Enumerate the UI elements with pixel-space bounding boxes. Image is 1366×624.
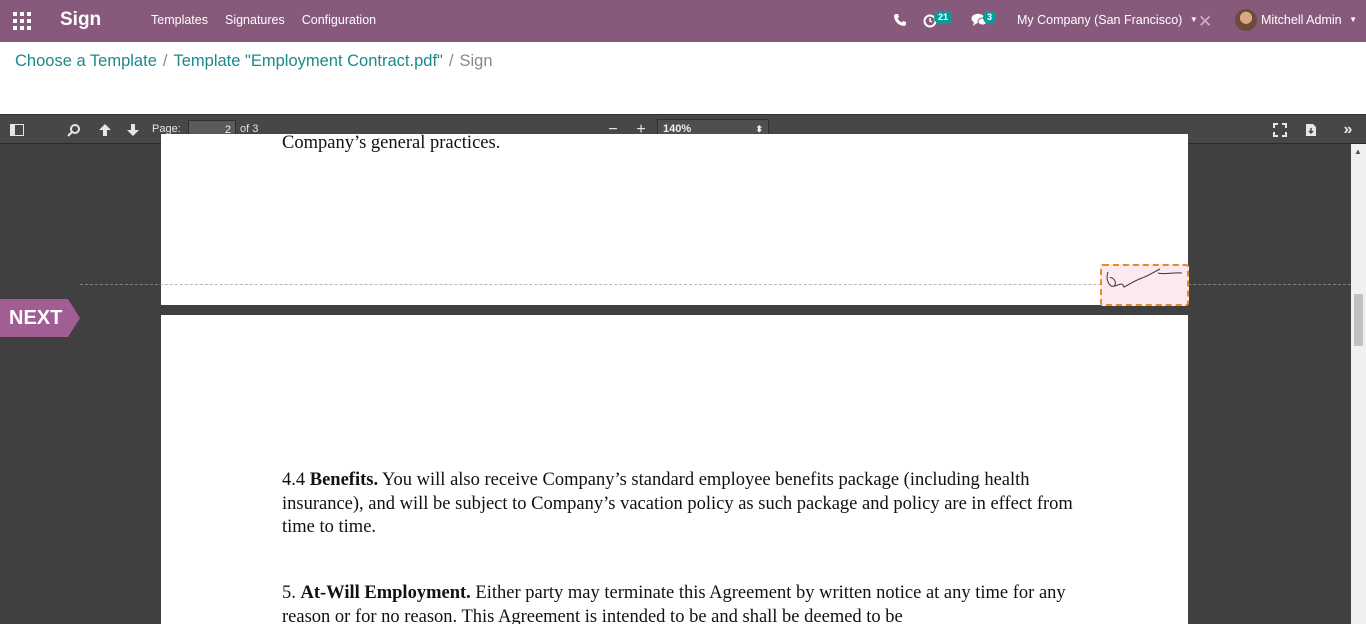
previous-page-icon[interactable] (96, 121, 114, 139)
section-heading: At-Will Employment. (300, 583, 471, 603)
user-menu[interactable]: Mitchell Admin ▼ (1261, 13, 1357, 27)
apps-menu-icon[interactable] (13, 12, 31, 30)
scroll-up-icon[interactable]: ▲ (1354, 147, 1362, 156)
menu-item-signatures[interactable]: Signatures (225, 13, 285, 27)
menu-item-configuration[interactable]: Configuration (302, 13, 376, 27)
pdf-pages: Company’s general practices. 4.4 Benefit… (0, 133, 1351, 624)
breadcrumb-template[interactable]: Template "Employment Contract.pdf" (173, 52, 442, 71)
close-icon[interactable]: ✕ (1198, 12, 1212, 32)
pdf-viewer: Page: of 3 − + 140% ⬍ » Company’s genera… (0, 114, 1366, 624)
next-field-button[interactable]: NEXT (0, 299, 80, 337)
vertical-scrollbar[interactable]: ▲ (1351, 144, 1366, 624)
signature-drawing (1106, 268, 1183, 288)
next-page-icon[interactable] (124, 121, 142, 139)
fullscreen-icon[interactable] (1271, 121, 1289, 139)
activity-count-badge: 21 (934, 11, 953, 24)
breadcrumb-separator: / (162, 52, 168, 70)
app-name: Sign (60, 9, 102, 30)
section-heading: Benefits. (309, 470, 379, 490)
menu-item-templates[interactable]: Templates (151, 13, 208, 27)
breadcrumb-choose-template[interactable]: Choose a Template (15, 52, 157, 71)
sidebar-toggle-icon[interactable] (8, 121, 26, 139)
breadcrumb-current: Sign (459, 52, 493, 70)
company-switcher[interactable]: My Company (San Francisco) ▼ (1017, 13, 1198, 27)
tools-chevron-icon[interactable]: » (1339, 121, 1357, 139)
breadcrumb-separator: / (448, 52, 454, 70)
main-menu: Templates Signatures Configuration (151, 13, 393, 27)
user-name: Mitchell Admin (1261, 13, 1342, 27)
pdf-page: Company’s general practices. (161, 133, 1188, 305)
signature-field[interactable] (1100, 264, 1189, 306)
top-navbar: Sign Templates Signatures Configuration … (0, 0, 1366, 42)
breadcrumb: Choose a Template / Template "Employment… (15, 52, 493, 71)
company-name: My Company (San Francisco) (1017, 13, 1183, 27)
section-number: 4.4 (282, 470, 310, 490)
section-body: You will also receive Company’s standard… (282, 470, 1073, 537)
paragraph-benefits: 4.4 Benefits. You will also receive Comp… (282, 469, 1082, 540)
caret-down-icon: ▼ (1349, 15, 1357, 24)
search-icon[interactable] (65, 121, 83, 139)
caret-down-icon: ▼ (1189, 15, 1198, 24)
section-number: 5. (282, 583, 301, 603)
scroll-thumb[interactable] (1354, 294, 1363, 346)
paragraph-at-will: 5. At-Will Employment. Either party may … (282, 582, 1082, 624)
page-text: Company’s general practices. (282, 133, 501, 153)
pdf-page: 4.4 Benefits. You will also receive Comp… (161, 315, 1188, 624)
download-icon[interactable] (1302, 121, 1320, 139)
phone-icon[interactable] (893, 13, 907, 27)
avatar[interactable] (1235, 9, 1257, 31)
messages-count-badge: 3 (983, 11, 997, 24)
